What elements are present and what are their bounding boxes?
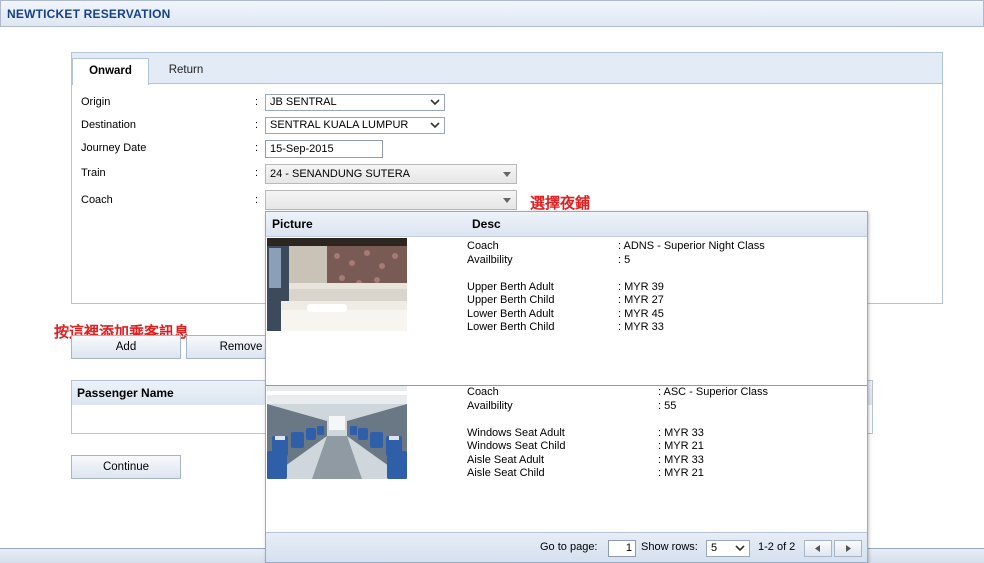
next-page-button[interactable]	[834, 540, 862, 557]
destination-colon: :	[255, 119, 259, 131]
goto-page-label: Go to page:	[540, 541, 598, 553]
triangle-down-icon	[503, 172, 511, 177]
field-label: Upper Berth Child	[467, 294, 555, 306]
destination-select[interactable]: SENTRAL KUALA LUMPUR	[265, 117, 445, 134]
dropdown-header: Picture Desc	[266, 212, 867, 237]
chevron-down-icon	[735, 545, 745, 552]
chevron-right-icon	[846, 545, 851, 552]
continue-button[interactable]: Continue	[71, 455, 181, 479]
journey-date-colon: :	[255, 142, 259, 154]
field-label: Availbility	[467, 253, 513, 266]
rows-per-page-value: 5	[711, 542, 718, 554]
field-label: Windows Seat Child	[467, 440, 566, 452]
coach-colon: :	[255, 194, 259, 206]
coach-label: Coach	[81, 194, 113, 206]
journey-date-input[interactable]: 15-Sep-2015	[265, 140, 383, 158]
field-value: : MYR 21	[658, 467, 704, 479]
field-label: Aisle Seat Adult	[467, 453, 545, 466]
asc-labels: Coach Availbility Windows Seat Adult Win…	[467, 386, 565, 481]
origin-colon: :	[255, 96, 259, 108]
field-value: : MYR 33	[658, 426, 704, 439]
field-label: Coach	[467, 240, 499, 252]
destination-label: Destination	[81, 119, 137, 131]
field-label: Lower Berth Child	[467, 321, 555, 333]
page-range-text: 1-2 of 2	[758, 541, 796, 553]
prev-page-button[interactable]	[804, 540, 832, 557]
field-value: : MYR 27	[618, 294, 664, 306]
chevron-down-icon	[430, 122, 440, 129]
picture-column-header: Picture	[272, 217, 313, 231]
adns-values: : ADNS - Superior Night Class : 5 : MYR …	[618, 240, 765, 335]
destination-value: SENTRAL KUALA LUMPUR	[270, 119, 409, 131]
coach-select[interactable]	[265, 190, 517, 210]
tab-return[interactable]: Return	[156, 58, 216, 84]
field-label: Windows Seat Adult	[467, 426, 565, 439]
tab-onward[interactable]: Onward	[72, 58, 149, 85]
field-label: Upper Berth Adult	[467, 280, 554, 293]
origin-label: Origin	[81, 96, 111, 108]
triangle-down-icon	[503, 198, 511, 203]
coach-option-asc[interactable]: Coach Availbility Windows Seat Adult Win…	[266, 385, 867, 533]
adns-labels: Coach Availbility Upper Berth Adult Uppe…	[467, 240, 554, 335]
field-value: : MYR 39	[618, 280, 664, 293]
field-value: : MYR 33	[618, 321, 664, 333]
add-button[interactable]: Add	[71, 335, 181, 359]
origin-value: JB SENTRAL	[270, 96, 337, 108]
sleeper-cabin-photo	[267, 238, 407, 331]
window-title-bar: NEWTICKET RESERVATION	[0, 0, 984, 27]
seating-coach-photo	[267, 386, 407, 479]
field-value: : ADNS - Superior Night Class	[618, 240, 765, 252]
train-value: 24 - SENANDUNG SUTERA	[270, 168, 410, 180]
show-rows-label: Show rows:	[641, 541, 698, 553]
page-number-input[interactable]: 1	[608, 540, 636, 557]
journey-date-label: Journey Date	[81, 142, 147, 154]
coach-dropdown: Picture Desc Coach Availbility Upper Ber…	[265, 211, 868, 563]
field-value: : 55	[658, 399, 677, 412]
field-value: : MYR 33	[658, 453, 704, 466]
annotation-select-sleeper: 選擇夜鋪	[530, 194, 591, 212]
train-colon: :	[255, 167, 259, 179]
field-label: Coach	[467, 386, 499, 398]
chevron-down-icon	[430, 99, 440, 106]
field-value: : MYR 45	[618, 307, 664, 320]
field-label: Lower Berth Adult	[467, 307, 554, 320]
window-title: NEWTICKET RESERVATION	[7, 7, 171, 21]
asc-values: : ASC - Superior Class : 55 : MYR 33 : M…	[658, 386, 768, 481]
passenger-name-column[interactable]: Passenger Name	[77, 386, 174, 400]
dropdown-pager: Go to page: 1 Show rows: 5 1-2 of 2	[266, 532, 867, 562]
field-label: Aisle Seat Child	[467, 467, 545, 479]
chevron-left-icon	[815, 545, 820, 552]
train-label: Train	[81, 167, 106, 179]
origin-select[interactable]: JB SENTRAL	[265, 94, 445, 111]
field-value: : MYR 21	[658, 440, 704, 452]
rows-per-page-select[interactable]: 5	[706, 540, 750, 557]
field-value: : 5	[618, 253, 631, 266]
tab-strip: Onward Return	[72, 53, 942, 85]
desc-column-header: Desc	[472, 217, 501, 231]
field-label: Availbility	[467, 399, 513, 412]
coach-option-adns[interactable]: Coach Availbility Upper Berth Adult Uppe…	[266, 237, 867, 385]
field-value: : ASC - Superior Class	[658, 386, 769, 398]
train-select[interactable]: 24 - SENANDUNG SUTERA	[265, 164, 517, 184]
